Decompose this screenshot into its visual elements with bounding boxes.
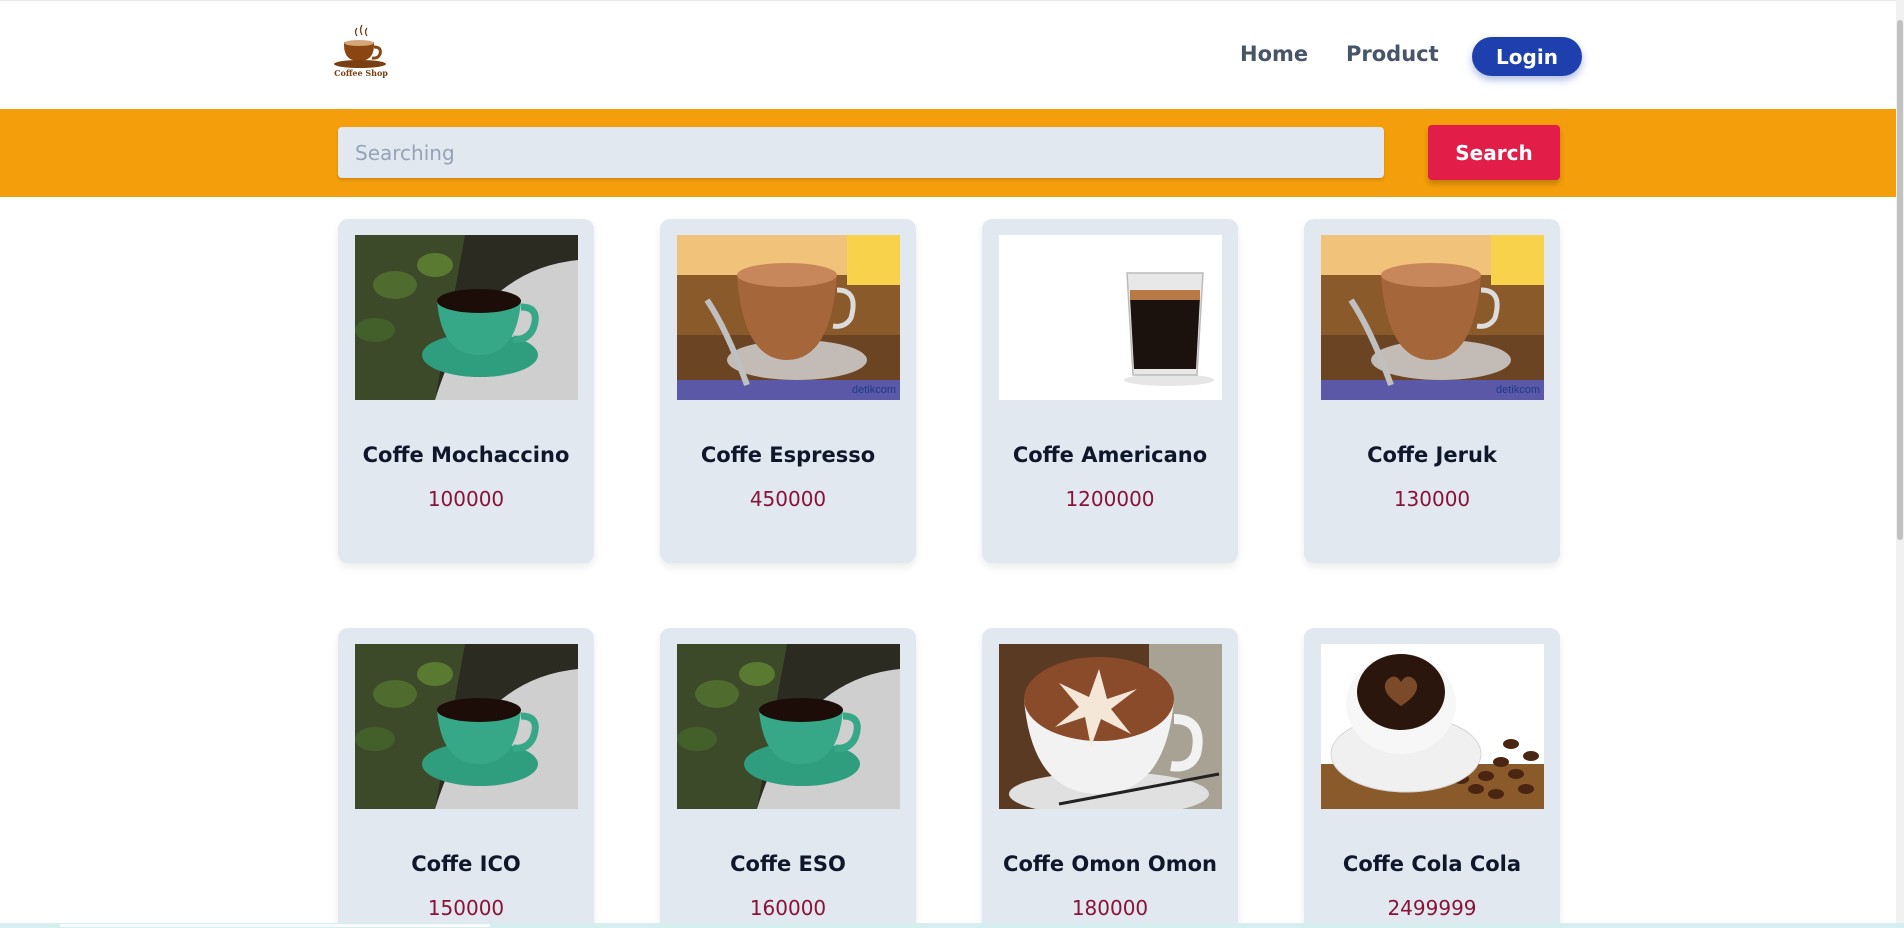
coffee-cup-logo-icon	[334, 24, 386, 68]
navbar: Coffee Shop Home Product Login	[0, 4, 1898, 109]
horizontal-scrollbar-thumb[interactable]	[60, 924, 490, 927]
product-price: 100000	[427, 487, 505, 511]
scrollbar-thumb[interactable]	[1897, 20, 1903, 540]
product-image	[355, 235, 578, 400]
watermark-text: detikcom	[852, 384, 896, 396]
product-image: detikcom	[1321, 235, 1544, 400]
watermark-text: detikcom	[1496, 384, 1540, 396]
search-button[interactable]: Search	[1428, 125, 1560, 180]
nav-product[interactable]: Product	[1346, 42, 1439, 66]
page: Coffee Shop Home Product Login Searching…	[0, 0, 1904, 928]
product-price: 450000	[749, 487, 827, 511]
glass-cappuccino-image: detikcom	[1321, 235, 1544, 400]
product-card[interactable]: detikcom Coffe Espresso 450000	[660, 219, 916, 563]
product-card[interactable]: Coffe Mochaccino 100000	[338, 219, 594, 563]
product-card[interactable]: Coffe ICO 150000	[338, 628, 594, 928]
login-button[interactable]: Login	[1472, 37, 1582, 76]
product-card[interactable]: Coffe Americano 1200000	[982, 219, 1238, 563]
horizontal-scrollbar[interactable]	[0, 923, 1904, 928]
product-image	[677, 644, 900, 809]
green-coffee-cup-image	[677, 644, 900, 809]
product-card[interactable]: Coffe ESO 160000	[660, 628, 916, 928]
product-image	[999, 235, 1222, 400]
product-card[interactable]: Coffe Omon Omon 180000	[982, 628, 1238, 928]
logo-text: Coffee Shop	[334, 68, 388, 78]
latte-art-image	[999, 644, 1222, 809]
product-name: Coffe Espresso	[700, 443, 876, 467]
americano-shot-glass-image	[999, 235, 1222, 400]
product-price: 1200000	[1065, 487, 1155, 511]
nav-home[interactable]: Home	[1240, 42, 1308, 66]
product-name: Coffe Mochaccino	[362, 443, 570, 467]
product-name: Coffe Omon Omon	[1003, 852, 1217, 876]
product-price: 180000	[1071, 896, 1149, 920]
product-name: Coffe ICO	[411, 852, 521, 876]
heart-coffee-beans-image	[1321, 644, 1544, 809]
logo[interactable]: Coffee Shop	[330, 22, 392, 88]
product-image	[1321, 644, 1544, 809]
product-price: 160000	[749, 896, 827, 920]
product-price: 130000	[1393, 487, 1471, 511]
vertical-scrollbar[interactable]	[1896, 0, 1904, 928]
search-bar: Search	[0, 109, 1898, 197]
product-price: 2499999	[1387, 896, 1477, 920]
product-price: 150000	[427, 896, 505, 920]
green-coffee-cup-image	[355, 644, 578, 809]
search-input[interactable]	[338, 127, 1384, 178]
green-coffee-cup-image	[355, 235, 578, 400]
product-image	[355, 644, 578, 809]
product-card[interactable]: detikcom Coffe Jeruk 130000	[1304, 219, 1560, 563]
product-name: Coffe ESO	[730, 852, 846, 876]
glass-cappuccino-image: detikcom	[677, 235, 900, 400]
product-image: detikcom	[677, 235, 900, 400]
product-name: Coffe Cola Cola	[1342, 852, 1522, 876]
product-name: Coffe Americano	[1012, 443, 1208, 467]
product-name: Coffe Jeruk	[1367, 443, 1497, 467]
product-card[interactable]: Coffe Cola Cola 2499999	[1304, 628, 1560, 928]
product-image	[999, 644, 1222, 809]
